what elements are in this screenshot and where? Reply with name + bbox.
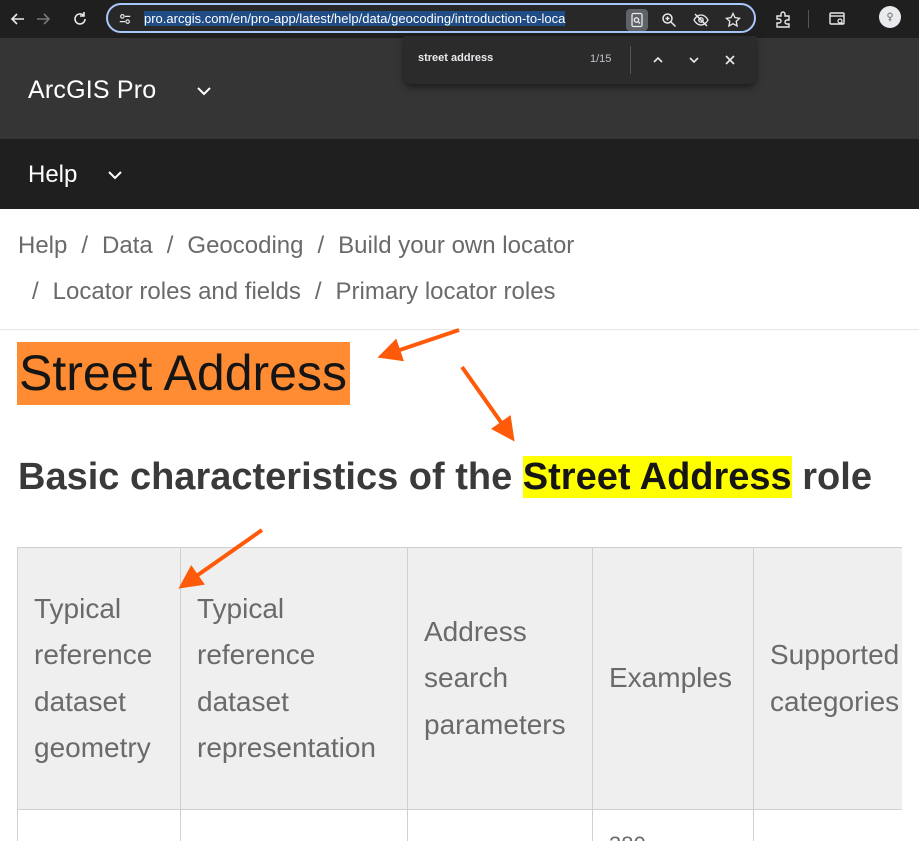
zoom-icon[interactable] — [658, 9, 680, 31]
back-icon[interactable] — [6, 7, 30, 31]
table-cell — [753, 809, 902, 841]
page-title: Street Address — [17, 342, 350, 405]
profile-icon[interactable] — [879, 6, 901, 28]
breadcrumb-separator: / — [81, 232, 89, 259]
section-heading-prefix: Basic characteristics of the — [18, 456, 523, 498]
toolbar-divider — [808, 10, 809, 28]
table-row: 380 — [17, 809, 902, 841]
breadcrumb-item-data[interactable]: Data — [102, 232, 153, 259]
table-header-cell: Examples — [592, 547, 754, 810]
characteristics-table-container[interactable]: Typical reference dataset geometry Typic… — [17, 547, 902, 841]
table-cell-value: 380 — [609, 830, 737, 841]
table-cell — [407, 809, 593, 841]
breadcrumb-separator: / — [32, 278, 39, 305]
table-header-cell: Typical reference dataset representation — [180, 547, 408, 810]
table-cell — [17, 809, 181, 841]
breadcrumb-divider — [0, 329, 919, 330]
help-nav-bar: Help — [0, 139, 919, 209]
app-title[interactable]: ArcGIS Pro — [28, 76, 156, 105]
find-next-icon[interactable] — [684, 50, 704, 70]
chevron-down-icon[interactable] — [194, 81, 214, 101]
close-icon[interactable] — [720, 50, 740, 70]
find-in-page-icon[interactable] — [626, 9, 648, 31]
annotation-arrow — [460, 365, 515, 442]
section-heading-suffix: role — [791, 456, 872, 498]
breadcrumb-item-geocoding[interactable]: Geocoding — [187, 232, 303, 259]
breadcrumb-item-primary-roles[interactable]: Primary locator roles — [336, 278, 556, 305]
find-previous-icon[interactable] — [648, 50, 668, 70]
table-cell — [180, 809, 408, 841]
table-cell: 380 — [592, 809, 754, 841]
breadcrumb-separator: / — [166, 232, 174, 259]
site-info-icon[interactable] — [116, 10, 134, 28]
reload-icon[interactable] — [68, 7, 92, 31]
breadcrumb-item-help[interactable]: Help — [18, 232, 67, 259]
section-heading: Basic characteristics of the Street Addr… — [18, 452, 872, 502]
breadcrumb: Help / Data / Geocoding / Build your own locat… — [18, 223, 718, 315]
chevron-down-icon[interactable] — [105, 165, 125, 185]
table-header-cell: Supported categories — [753, 547, 902, 810]
star-icon[interactable] — [722, 9, 744, 31]
browser-toolbar: pro.arcgis.com/en/pro-app/latest/help/da… — [0, 0, 919, 38]
find-match-highlight: Street Address — [522, 456, 792, 498]
help-menu-label[interactable]: Help — [28, 161, 77, 189]
url-text[interactable]: pro.arcgis.com/en/pro-app/latest/help/da… — [144, 10, 618, 28]
table-header-cell: Address search parameters — [407, 547, 593, 810]
find-divider — [630, 46, 631, 74]
extensions-icon[interactable] — [771, 7, 795, 31]
address-bar[interactable]: pro.arcgis.com/en/pro-app/latest/help/da… — [106, 3, 756, 33]
table-header-cell: Typical reference dataset geometry — [17, 547, 181, 810]
annotation-arrow — [377, 328, 460, 362]
find-in-page-bar: street address 1/15 — [404, 36, 756, 84]
characteristics-table: Typical reference dataset geometry Typic… — [17, 547, 902, 841]
breadcrumb-item-build-locator[interactable]: Build your own locator — [338, 232, 574, 259]
table-header-row: Typical reference dataset geometry Typic… — [17, 547, 902, 810]
reading-list-icon[interactable] — [825, 7, 849, 31]
find-match-count: 1/15 — [590, 53, 612, 65]
eye-off-icon[interactable] — [690, 9, 712, 31]
breadcrumb-separator: / — [317, 232, 325, 259]
breadcrumb-item-locator-roles[interactable]: Locator roles and fields — [53, 278, 301, 305]
breadcrumb-separator: / — [314, 278, 322, 305]
find-query-input[interactable]: street address — [418, 52, 493, 64]
forward-icon[interactable] — [31, 7, 55, 31]
